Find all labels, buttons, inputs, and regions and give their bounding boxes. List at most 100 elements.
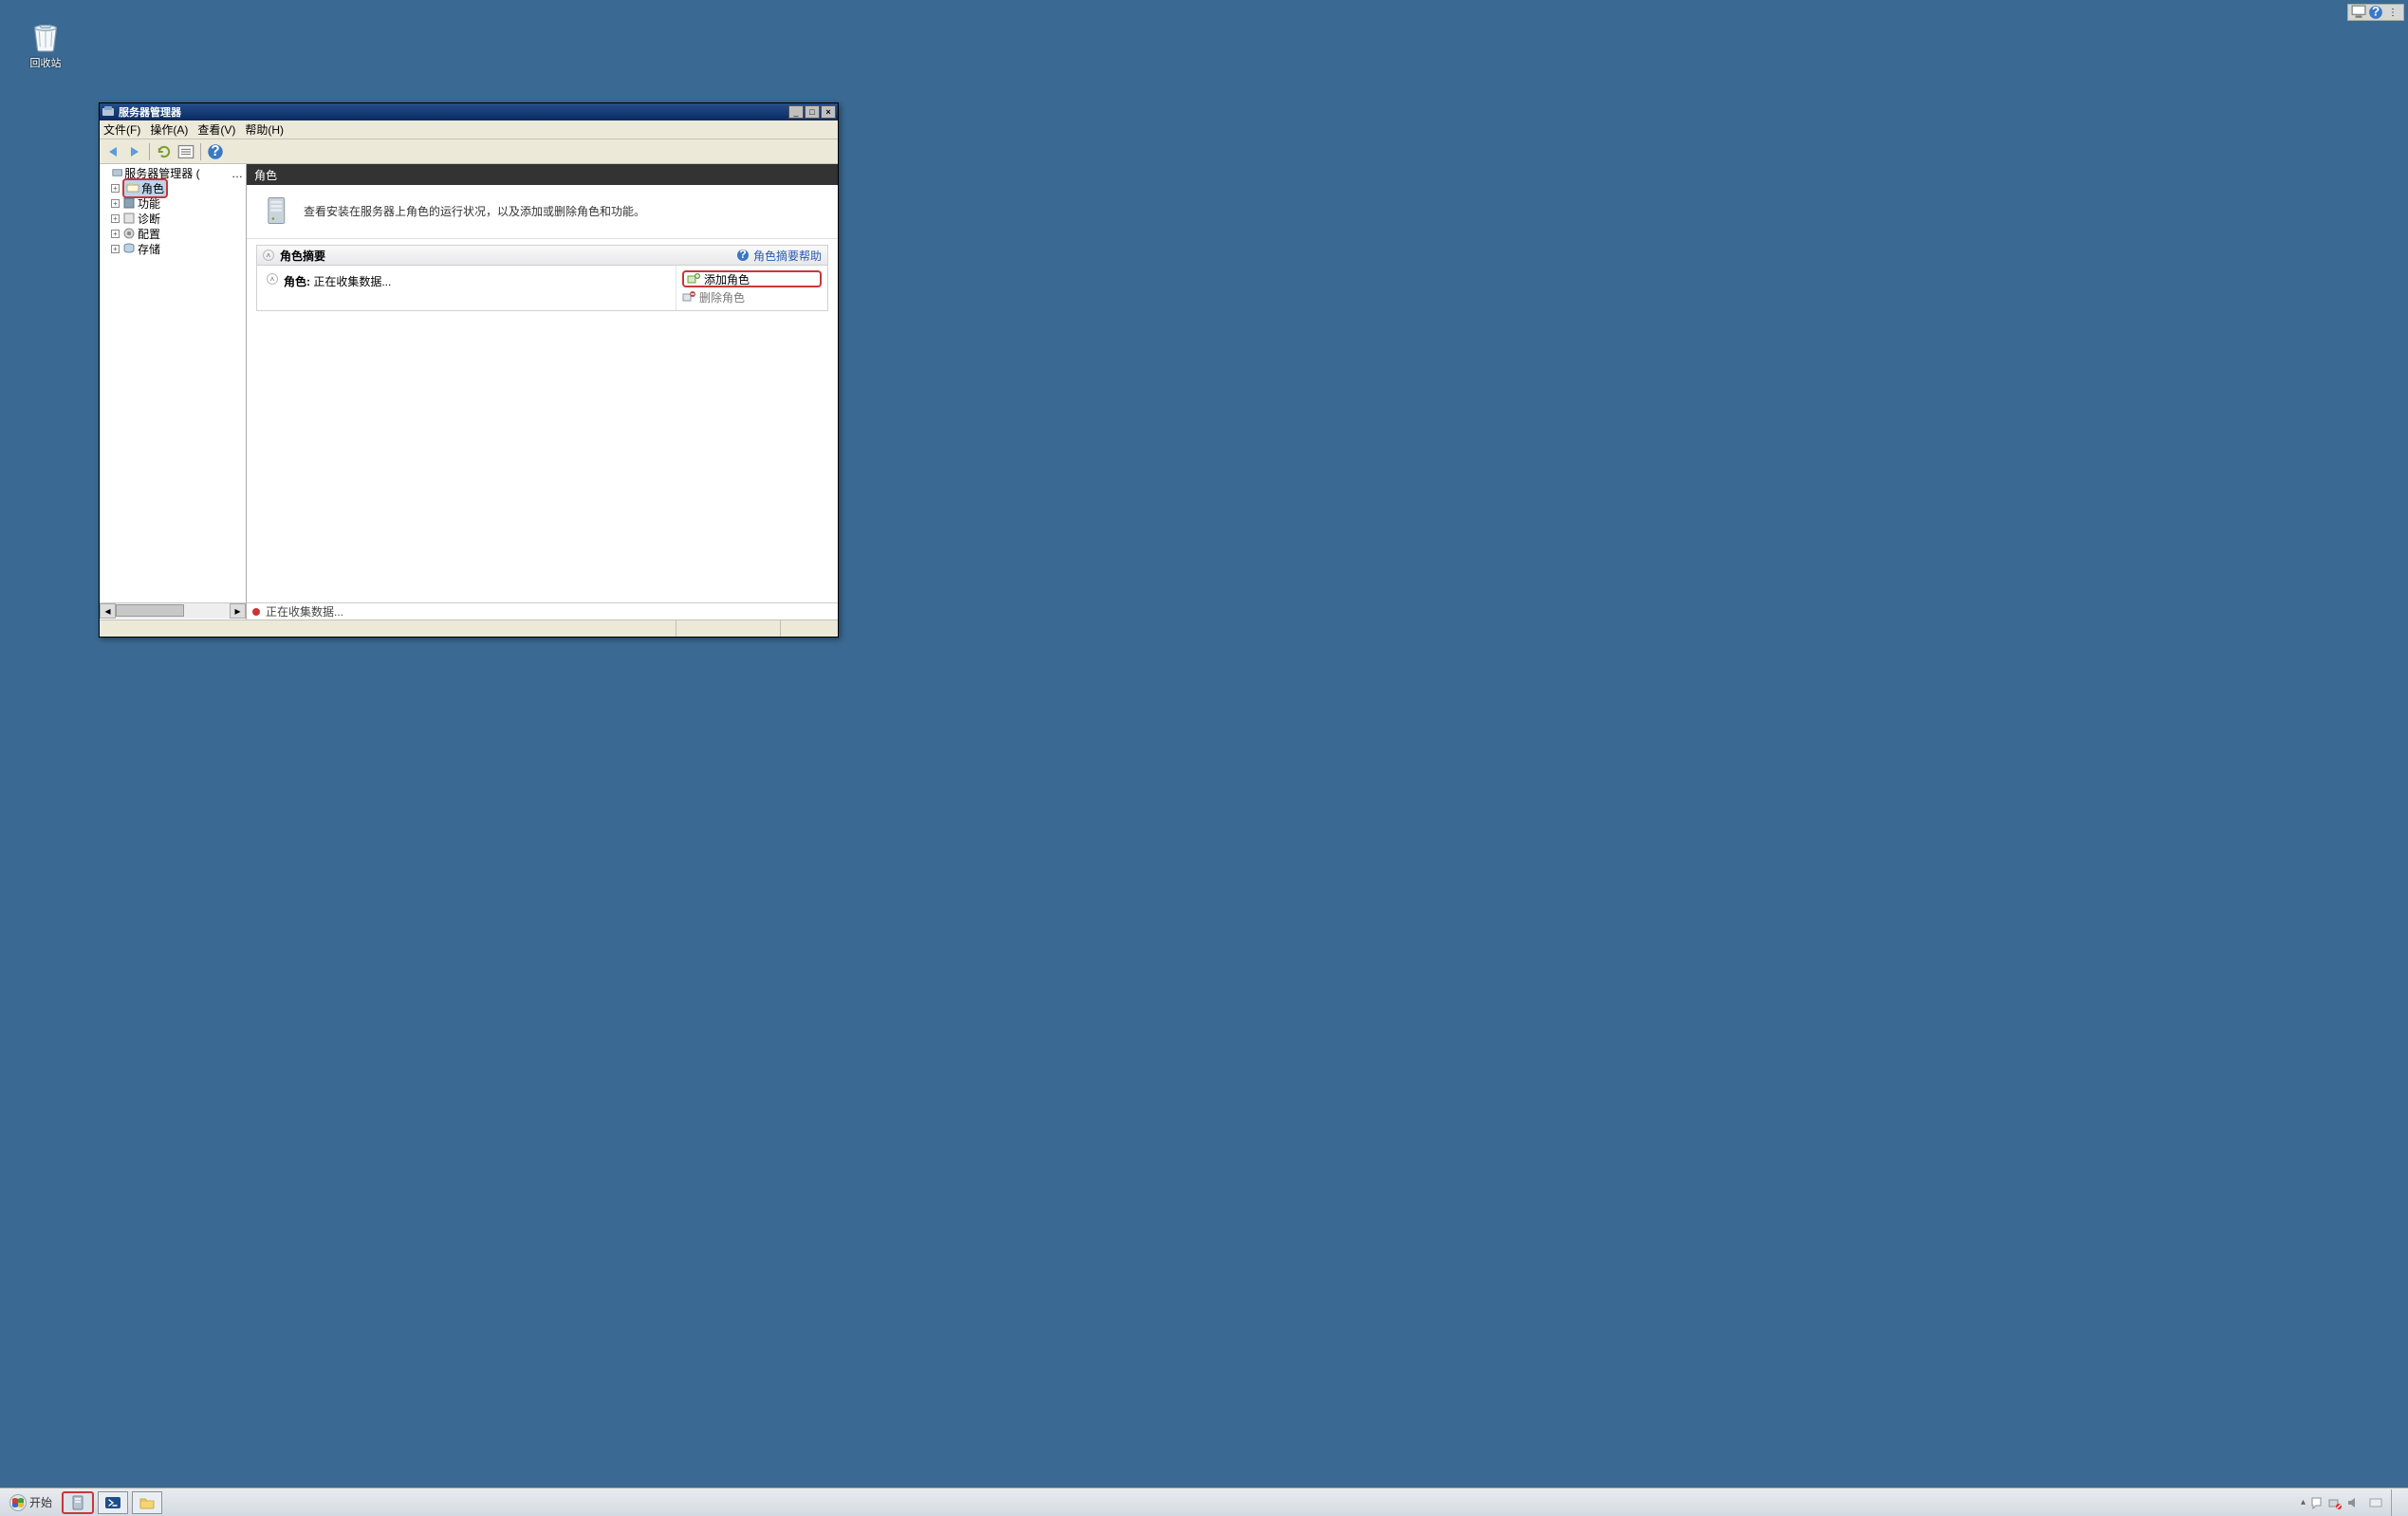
diagnostics-icon [122, 212, 136, 225]
window-title: 服务器管理器 [119, 104, 788, 120]
svg-text:?: ? [211, 143, 219, 159]
tray-network-warning-icon[interactable] [2328, 1496, 2342, 1509]
collapse-icon-2[interactable]: ˄ [267, 273, 278, 285]
maximize-button[interactable]: □ [805, 105, 820, 119]
show-desktop-button[interactable] [2391, 1489, 2400, 1516]
role-line-text: 正在收集数据... [310, 275, 391, 288]
tr-help-icon[interactable]: ? [2367, 5, 2384, 20]
powershell-icon [104, 1494, 121, 1511]
tr-network-icon[interactable] [2350, 5, 2367, 20]
refresh-icon [156, 143, 173, 160]
features-icon [122, 196, 136, 210]
server-large-icon [262, 194, 294, 227]
recycle-bin[interactable]: 回收站 [17, 17, 74, 70]
start-button[interactable]: 开始 [4, 1491, 58, 1514]
nav-forward-button[interactable] [125, 142, 144, 161]
toolbar-separator [149, 143, 150, 160]
add-icon [687, 272, 700, 286]
role-line-label: 角色: [284, 275, 310, 288]
properties-button[interactable] [176, 142, 195, 161]
arrow-right-icon [131, 147, 139, 157]
toolbar: ? [100, 139, 838, 164]
server-manager-window[interactable]: 服务器管理器 _ □ × 文件(F) 操作(A) 查看(V) 帮助(H) ? [99, 102, 839, 638]
statusbar-pane-3 [781, 620, 838, 637]
scroll-thumb[interactable] [116, 604, 184, 617]
tray-volume-icon[interactable] [2346, 1496, 2360, 1509]
tree-item-label: 配置 [138, 226, 160, 242]
scroll-track[interactable] [116, 603, 230, 619]
tree-hscrollbar[interactable]: ◂ ▸ [100, 602, 246, 619]
taskbar-explorer[interactable] [132, 1491, 162, 1514]
tray-expand-icon[interactable]: ▴ [2301, 1497, 2306, 1507]
tree-item-label: 存储 [138, 241, 160, 257]
scroll-left-button[interactable]: ◂ [100, 603, 116, 619]
tr-expand-icon[interactable]: ⋮ [2384, 5, 2401, 20]
scroll-right-button[interactable]: ▸ [230, 603, 246, 619]
window-controls: _ □ × [788, 105, 836, 119]
tree-item-label: 功能 [138, 195, 160, 212]
arrow-left-icon [109, 147, 117, 157]
titlebar[interactable]: 服务器管理器 _ □ × [100, 103, 838, 120]
tray-clock-icon[interactable] [2369, 1496, 2382, 1509]
svg-text:?: ? [2372, 5, 2380, 18]
help-icon: ? [207, 143, 224, 160]
main-status-bar: 正在收集数据... [247, 602, 838, 619]
app-icon [102, 105, 115, 119]
content-area: ˄ 角色摘要 ? 角色摘要帮助 ˄ 角色: 正在收集数据... [247, 239, 838, 602]
minimize-button[interactable]: _ [788, 105, 804, 119]
add-role-label: 添加角色 [704, 271, 750, 287]
section-help-link[interactable]: ? 角色摘要帮助 [736, 248, 822, 264]
collapse-icon[interactable]: ˄ [263, 250, 274, 261]
menu-help[interactable]: 帮助(H) [245, 121, 284, 138]
top-right-toolbar[interactable]: ? ⋮ [2347, 4, 2404, 21]
system-tray[interactable]: ▴ [2301, 1489, 2404, 1516]
remove-icon [682, 290, 695, 304]
start-label: 开始 [29, 1494, 52, 1510]
tree-item-config[interactable]: + 配置 [100, 226, 246, 241]
help-link-text: 角色摘要帮助 [753, 248, 822, 264]
tray-action-center-icon[interactable] [2310, 1496, 2324, 1509]
role-status-line: 角色: 正在收集数据... [284, 273, 391, 289]
section-body-left: ˄ 角色: 正在收集数据... [257, 266, 676, 310]
remove-role-button[interactable]: 删除角色 [682, 288, 822, 305]
window-statusbar [100, 619, 838, 637]
status-dot-icon [252, 608, 260, 616]
refresh-button[interactable] [155, 142, 174, 161]
tree-item-diagnostics[interactable]: + 诊断 [100, 211, 246, 226]
toolbar-separator-2 [200, 143, 201, 160]
section-bar[interactable]: ˄ 角色摘要 ? 角色摘要帮助 [256, 245, 828, 266]
section-body: ˄ 角色: 正在收集数据... 添加角色 删除角色 [256, 266, 828, 311]
server-manager-icon [69, 1494, 86, 1511]
nav-tree[interactable]: + 服务器管理器 (________t34k + 角色 [100, 164, 247, 619]
add-role-button[interactable]: 添加角色 [682, 270, 822, 287]
config-icon [122, 227, 136, 240]
menu-action[interactable]: 操作(A) [150, 121, 188, 138]
tree-item-storage[interactable]: + 存储 [100, 241, 246, 256]
list-icon [177, 143, 194, 160]
taskbar-server-manager[interactable] [62, 1491, 94, 1514]
statusbar-pane-2 [676, 620, 781, 637]
tree-item-roles[interactable]: + 角色 [100, 180, 246, 195]
windows-icon [9, 1494, 27, 1511]
section-title: 角色摘要 [280, 248, 736, 264]
remove-role-label: 删除角色 [699, 289, 745, 305]
help-icon: ? [736, 249, 750, 262]
statusbar-pane-1 [100, 620, 676, 637]
folder-icon [139, 1494, 156, 1511]
help-button[interactable]: ? [206, 142, 225, 161]
menu-view[interactable]: 查看(V) [197, 121, 235, 138]
taskbar[interactable]: 开始 ▴ [0, 1488, 2408, 1516]
tree-root[interactable]: + 服务器管理器 (________t34k [100, 165, 246, 180]
roles-icon [126, 181, 139, 194]
main-header: 角色 [247, 164, 838, 185]
section-actions: 添加角色 删除角色 [676, 266, 827, 310]
status-text: 正在收集数据... [266, 603, 343, 619]
menu-file[interactable]: 文件(F) [103, 121, 140, 138]
recycle-bin-icon [28, 17, 64, 53]
taskbar-powershell[interactable] [98, 1491, 128, 1514]
tree-item-features[interactable]: + 功能 [100, 195, 246, 211]
banner-text: 查看安装在服务器上角色的运行状况，以及添加或删除角色和功能。 [304, 203, 645, 219]
close-button[interactable]: × [821, 105, 836, 119]
nav-back-button[interactable] [103, 142, 122, 161]
storage-icon [122, 242, 136, 255]
